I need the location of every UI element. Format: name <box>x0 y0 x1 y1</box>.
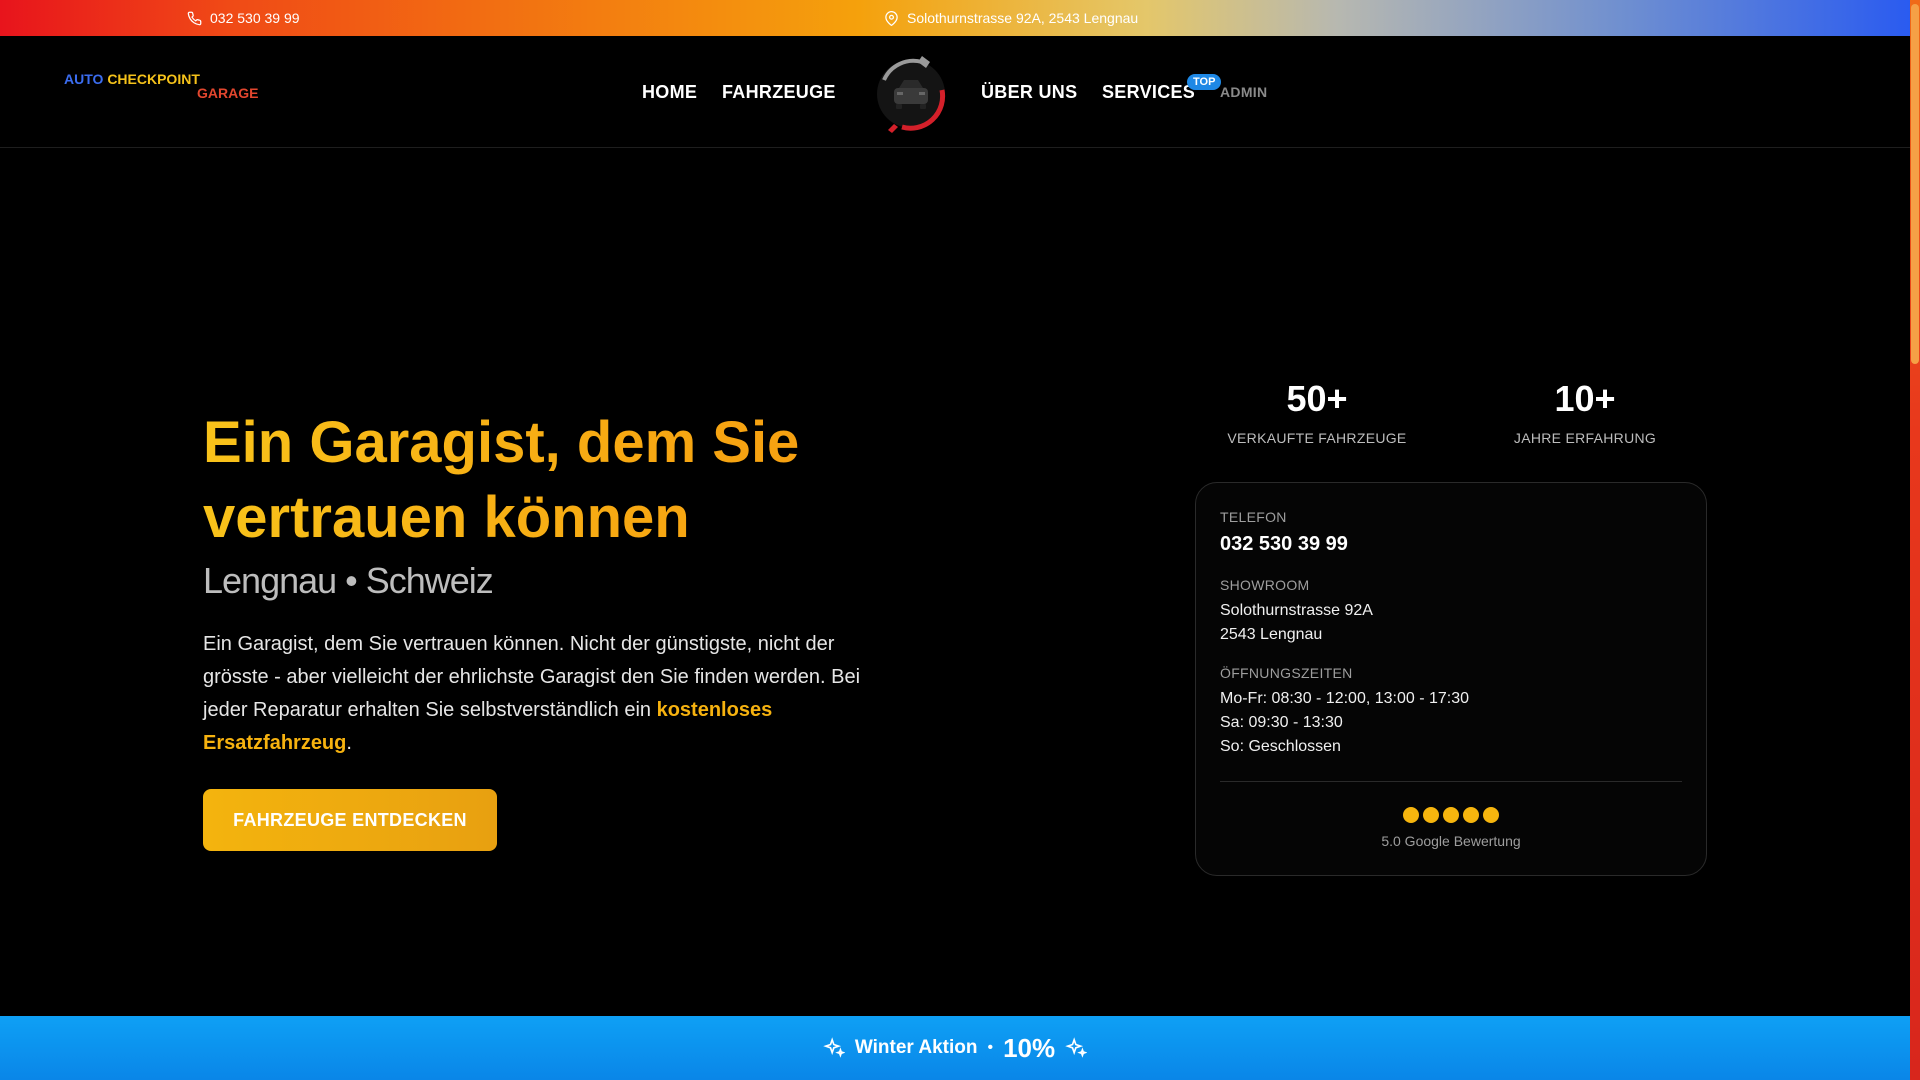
stat-years-experience: 10+ JAHRE ERFAHRUNG <box>1475 378 1695 446</box>
showroom-line-2: 2543 Lengnau <box>1220 626 1323 643</box>
card-phone-number[interactable]: 032 530 39 99 <box>1220 533 1348 556</box>
nav-item-admin[interactable]: ADMIN <box>1220 36 1267 148</box>
nav-link-ueber-uns[interactable]: ÜBER UNS <box>981 82 1077 103</box>
star-icon <box>1443 807 1459 823</box>
card-phone-caption: TELEFON <box>1220 509 1287 525</box>
card-hours-caption: ÖFFNUNGSZEITEN <box>1220 665 1353 681</box>
hours-line-sunday: So: Geschlossen <box>1220 738 1341 755</box>
discover-vehicles-button[interactable]: FAHRZEUGE ENTDECKEN <box>203 789 497 851</box>
topbar-address[interactable]: Solothurnstrasse 92A, 2543 Lengnau <box>884 0 1138 36</box>
logo-text-checkpoint: CHECKPOINT <box>107 71 200 87</box>
star-icon <box>1423 807 1439 823</box>
card-hours-section: ÖFFNUNGSZEITEN Mo-Fr: 08:30 - 12:00, 13:… <box>1220 665 1469 759</box>
nav-item-services[interactable]: SERVICES <box>1102 36 1195 148</box>
star-icon <box>1463 807 1479 823</box>
winter-promo-banner[interactable]: Winter Aktion • 10% <box>0 1016 1910 1080</box>
stat-value: 10+ <box>1554 378 1616 419</box>
star-icon <box>1403 807 1419 823</box>
hero-text-end: . <box>346 732 352 754</box>
card-phone-section: TELEFON 032 530 39 99 <box>1220 509 1348 556</box>
sparkle-icon <box>1065 1037 1088 1058</box>
card-divider <box>1220 781 1682 782</box>
logo-text-auto: AUTO <box>64 71 104 87</box>
card-showroom-address: Solothurnstrasse 92A 2543 Lengnau <box>1220 599 1373 647</box>
topbar-address-text[interactable]: Solothurnstrasse 92A, 2543 Lengnau <box>907 10 1138 26</box>
top-info-bar: 032 530 39 99 Solothurnstrasse 92A, 2543… <box>0 0 1910 36</box>
stat-label: VERKAUFTE FAHRZEUGE <box>1227 430 1407 446</box>
logo-text-garage: GARAGE <box>197 85 259 101</box>
card-hours-list: Mo-Fr: 08:30 - 12:00, 13:00 - 17:30 Sa: … <box>1220 687 1469 759</box>
stat-label: JAHRE ERFAHRUNG <box>1513 430 1657 446</box>
star-icon <box>1483 807 1499 823</box>
topbar-phone[interactable]: 032 530 39 99 <box>187 0 300 36</box>
stat-vehicles-sold: 50+ VERKAUFTE FAHRZEUGE <box>1207 378 1427 446</box>
hours-line-saturday: Sa: 09:30 - 13:30 <box>1220 714 1343 731</box>
car-wrench-emblem-icon[interactable] <box>872 52 950 134</box>
promo-separator: • <box>987 1039 994 1056</box>
nav-link-admin[interactable]: ADMIN <box>1220 84 1267 100</box>
nav-item-fahrzeuge[interactable]: FAHRZEUGE <box>722 36 836 148</box>
nav-link-fahrzeuge[interactable]: FAHRZEUGE <box>722 82 836 103</box>
nav-item-ueber-uns[interactable]: ÜBER UNS <box>981 36 1077 148</box>
hero-subtitle: Lengnau • Schweiz <box>203 560 494 601</box>
hours-line-weekdays: Mo-Fr: 08:30 - 12:00, 13:00 - 17:30 <box>1220 690 1470 707</box>
site-logo[interactable]: AUTO CHECKPOINT GARAGE <box>64 72 258 100</box>
card-showroom-section: SHOWROOM Solothurnstrasse 92A 2543 Lengn… <box>1220 577 1373 647</box>
top-badge: TOP <box>1187 74 1222 90</box>
contact-info-card: TELEFON 032 530 39 99 SHOWROOM Solothurn… <box>1195 482 1707 876</box>
scrollbar-thumb[interactable] <box>1911 4 1919 364</box>
rating-stars <box>1196 807 1706 823</box>
card-showroom-caption: SHOWROOM <box>1220 577 1310 593</box>
topbar-phone-text[interactable]: 032 530 39 99 <box>210 10 300 26</box>
scrollbar[interactable] <box>1910 0 1920 1080</box>
nav-link-home[interactable]: HOME <box>642 82 697 103</box>
map-pin-icon <box>885 10 898 26</box>
hero-title: Ein Garagist, dem Sie vertrauen können <box>203 405 923 555</box>
sparkle-icon <box>823 1037 845 1058</box>
google-rating-text: 5.0 Google Bewertung <box>1381 833 1521 849</box>
nav-link-services[interactable]: SERVICES <box>1102 82 1195 103</box>
hero-description: Ein Garagist, dem Sie vertrauen können. … <box>203 628 873 760</box>
promo-title: Winter Aktion <box>854 1037 978 1058</box>
site-header: AUTO CHECKPOINT GARAGE HOME FAHRZEUGE ÜB… <box>0 36 1910 148</box>
nav-item-home[interactable]: HOME <box>642 36 697 148</box>
showroom-line-1: Solothurnstrasse 92A <box>1220 602 1373 619</box>
promo-percent: 10% <box>1003 1032 1056 1063</box>
stat-value: 50+ <box>1286 378 1348 419</box>
phone-icon <box>187 11 202 25</box>
